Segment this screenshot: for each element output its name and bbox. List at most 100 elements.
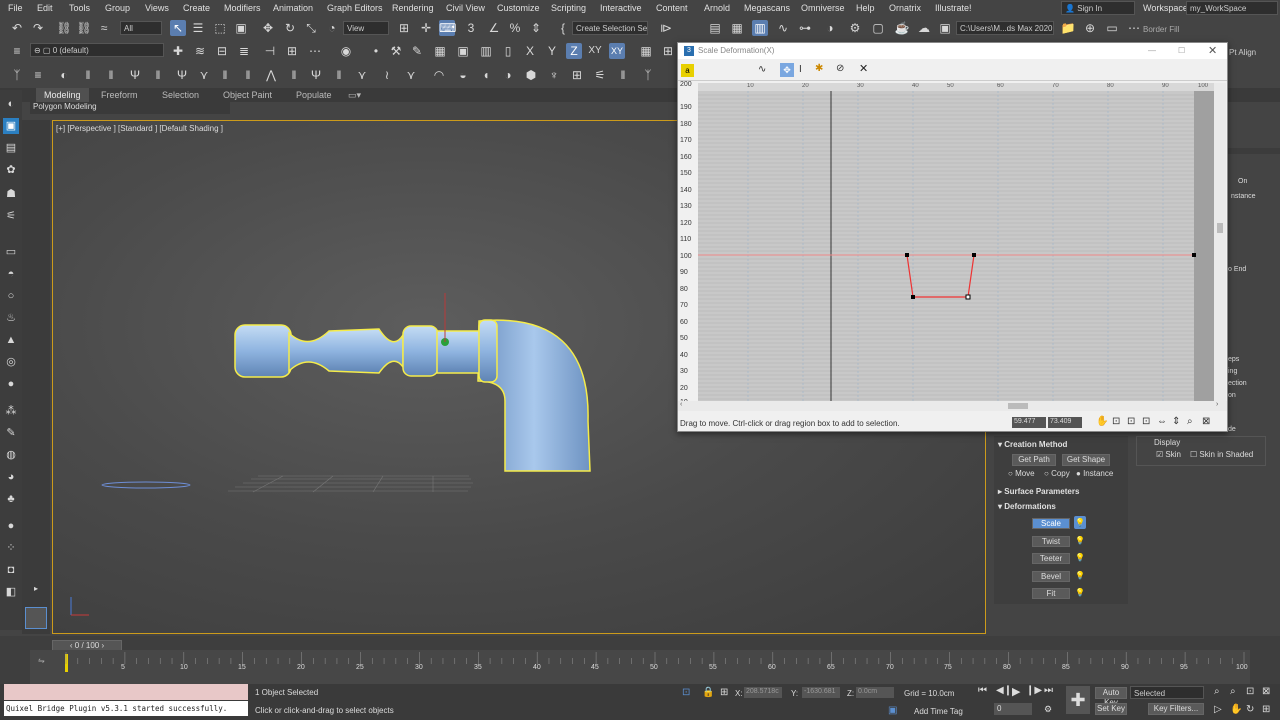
get-path-button[interactable]: Get Path (1012, 454, 1056, 466)
tab-selection[interactable]: Selection (162, 90, 199, 100)
delete-control-point-icon[interactable]: ⊘ (836, 63, 844, 74)
dotted-select-icon[interactable]: ⋯ (307, 43, 323, 59)
track-bar[interactable]: ⇋ 5 10 15 20 25 30 35 40 45 50 55 60 65 … (30, 650, 1250, 684)
hair-tool-icon-25[interactable]: ⊞ (569, 67, 585, 83)
move-control-point-icon[interactable]: ✥ (780, 63, 794, 77)
maxscript-output[interactable]: Quixel Bridge Plugin v5.3.1 started succ… (4, 701, 248, 716)
toggle-ribbon-icon[interactable]: ▥ (752, 20, 768, 36)
vscroll-thumb[interactable] (1217, 223, 1223, 233)
menu-rendering[interactable]: Rendering (392, 3, 434, 13)
paint-tool-icon[interactable]: ✎ (3, 425, 19, 441)
scale-deform-button[interactable]: Scale (1032, 518, 1070, 529)
image-tool-icon[interactable]: ▤ (3, 140, 19, 156)
rendered-frame-icon[interactable]: ▢ (870, 20, 886, 36)
brush-tool-icon[interactable]: ◐ (3, 96, 19, 112)
place-icon[interactable]: ◔ (324, 20, 340, 36)
hair-tool-icon-2[interactable]: ≡ (30, 67, 46, 83)
set-key-big-icon[interactable]: ✚ (1066, 686, 1090, 714)
pyramid-tool-icon[interactable]: ▲ (3, 332, 19, 348)
minimize-icon[interactable]: — (1148, 43, 1156, 59)
render-aa-icon[interactable]: ▣ (937, 20, 953, 36)
bevel-button[interactable]: Bevel (1032, 571, 1070, 582)
deformation-graph[interactable]: 10 20 30 40 50 60 70 80 90 100 (698, 83, 1214, 401)
zoom-extents-sel-icon[interactable]: ⊠ (1262, 686, 1270, 697)
unlink-icon[interactable]: ⛓ (76, 20, 92, 36)
plane-icon[interactable]: ▦ (638, 43, 654, 59)
creation-method-header[interactable]: ▾ Creation Method (998, 440, 1067, 449)
menu-illustrate[interactable]: Illustrate! (935, 3, 972, 13)
scatter-tool-icon[interactable]: ⁂ (3, 403, 19, 419)
prev-frame-icon[interactable]: ◀❙ (996, 685, 1012, 696)
camera-tool-icon[interactable]: ◘ (3, 562, 19, 578)
control-point-4[interactable] (972, 253, 976, 257)
play-icon[interactable]: ▶ (1012, 685, 1020, 698)
teeter-toggle-icon[interactable]: 💡 (1074, 551, 1086, 564)
insert-corner-point-icon[interactable]: ✱ (815, 63, 823, 74)
axis-xy-icon[interactable]: XY (587, 43, 603, 59)
render-production-icon[interactable]: ☕ (894, 20, 910, 36)
pan-icon[interactable]: ✋ (1096, 416, 1108, 427)
zoom-v-extents-icon[interactable]: ⊡ (1142, 416, 1150, 427)
leaf-tool-icon[interactable]: ✿ (3, 162, 19, 178)
percent-snap-icon[interactable]: % (507, 20, 523, 36)
box-icon[interactable]: ▣ (455, 43, 471, 59)
snap-align-icon[interactable]: ⊞ (284, 43, 300, 59)
lock-icon[interactable]: 🔒 (702, 687, 714, 698)
pivot-center-icon[interactable]: ⊞ (396, 20, 412, 36)
isolate-icon[interactable]: ⊡ (682, 687, 690, 698)
render-setup-icon[interactable]: ⚙ (847, 20, 863, 36)
browse-icon[interactable]: ▭ (1104, 20, 1120, 36)
y-coord-field[interactable]: -1630.681 (802, 687, 840, 698)
copy-radio[interactable]: ○ Copy (1044, 469, 1070, 478)
named-selection-dropdown[interactable]: Create Selection Se (572, 21, 648, 35)
reset-curve-icon[interactable]: ✕ (859, 62, 868, 75)
menu-tools[interactable]: Tools (69, 3, 90, 13)
time-tag-icon[interactable]: ▣ (888, 705, 897, 716)
cone-tool-icon[interactable]: ♨ (3, 310, 19, 326)
window-crossing-icon[interactable]: ▣ (233, 20, 249, 36)
dome-tool-icon[interactable]: ◓ (3, 266, 19, 282)
hair-tool-icon-26[interactable]: ⚟ (592, 67, 608, 83)
next-frame-icon[interactable]: ❙▶ (1026, 685, 1042, 696)
swatch-tool-icon[interactable]: ◧ (3, 584, 19, 600)
skin-shaded-checkbox[interactable]: ☐ Skin in Shaded (1190, 450, 1253, 459)
hamburger-icon[interactable]: ≡ (9, 43, 25, 59)
hair-tool-icon-6[interactable]: Ψ (127, 67, 143, 83)
plane-tool-icon[interactable]: ▭ (3, 244, 19, 260)
axis-y-icon[interactable]: Y (544, 43, 560, 59)
brush-icon[interactable]: ✎ (409, 43, 425, 59)
teeter-button[interactable]: Teeter (1032, 553, 1070, 564)
hair-tool-icon-19[interactable]: ◠ (431, 67, 447, 83)
mirror-icon[interactable]: ⧐ (658, 20, 674, 36)
hair-tool-icon-20[interactable]: ◒ (455, 67, 471, 83)
point-icon[interactable]: • (368, 43, 384, 59)
axis-xy-toggle-icon[interactable]: XY (609, 43, 625, 59)
viewport-label[interactable]: [+] [Perspective ] [Standard ] [Default … (56, 124, 223, 133)
z-coord-field[interactable]: 0.0cm (856, 687, 894, 698)
keyboard-shortcut-icon[interactable]: ⌨ (439, 20, 456, 36)
grid-icon[interactable]: ▦ (432, 43, 448, 59)
plant-tool-icon[interactable]: ♣ (3, 491, 19, 507)
menu-views[interactable]: Views (145, 3, 169, 13)
menu-megascans[interactable]: Megascans (744, 3, 790, 13)
select-in-layer-icon[interactable]: ⊟ (214, 43, 230, 59)
tab-object-paint[interactable]: Object Paint (223, 90, 272, 100)
layer-explorer-icon[interactable]: ▦ (729, 20, 745, 36)
absolute-mode-icon[interactable]: ⊞ (720, 687, 728, 698)
scroll-left-icon[interactable]: ‹ (680, 401, 682, 408)
planet-tool-icon[interactable]: ◕ (3, 469, 19, 485)
axis-x-icon[interactable]: X (522, 43, 538, 59)
zoom-extents-all-icon[interactable]: ⊡ (1246, 686, 1254, 697)
menu-customize[interactable]: Customize (497, 3, 540, 13)
hair-tool-icon-24[interactable]: ♆ (546, 67, 562, 83)
globe-tool-icon[interactable]: ◍ (3, 447, 19, 463)
point-y-field[interactable]: 73.409 (1048, 417, 1082, 428)
time-next-icon[interactable]: › (99, 641, 104, 650)
render-in-cloud-icon[interactable]: ☁ (916, 20, 932, 36)
maxscript-listener-input[interactable] (4, 684, 248, 700)
snap-3d-icon[interactable]: 3 (463, 20, 479, 36)
zoom-h-extents-icon[interactable]: ⊡ (1127, 416, 1135, 427)
maximize-icon[interactable]: ☐ (1178, 43, 1185, 59)
time-config-icon[interactable]: ⚙ (1044, 704, 1052, 715)
geosphere-tool-icon[interactable]: ● (3, 376, 19, 392)
